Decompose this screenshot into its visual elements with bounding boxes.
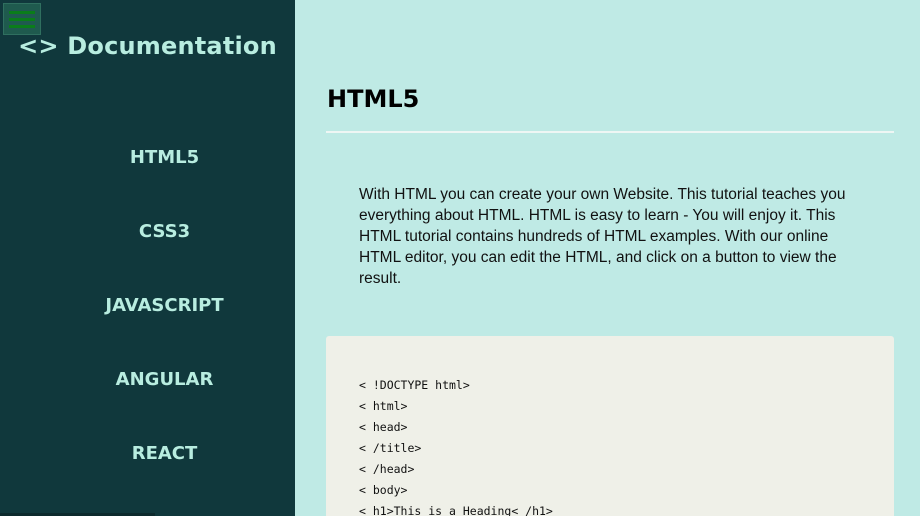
- hamburger-icon[interactable]: [3, 3, 41, 35]
- main-content: HTML5 With HTML you can create your own …: [295, 0, 920, 516]
- sidebar-link-angular[interactable]: ANGULAR: [116, 369, 214, 390]
- sidebar-link-css3[interactable]: CSS3: [139, 221, 190, 242]
- sidebar-link-javascript[interactable]: JAVASCRIPT: [105, 295, 223, 316]
- code-line: < /head>: [359, 462, 415, 476]
- code-line: < head>: [359, 420, 408, 434]
- hamburger-bar: [9, 10, 35, 14]
- code-line: < html>: [359, 399, 408, 413]
- intro-paragraph: With HTML you can create your own Websit…: [359, 186, 846, 287]
- code-line: < h1>This is a Heading< /h1>: [359, 504, 553, 516]
- sidebar-item-html5: HTML5: [0, 147, 295, 168]
- sidebar: <> Documentation HTML5 CSS3 JAVASCRIPT A…: [0, 0, 295, 516]
- sidebar-item-angular: ANGULAR: [0, 369, 295, 390]
- code-block: < !DOCTYPE html> < html> < head> < /titl…: [326, 336, 894, 516]
- divider: [326, 131, 894, 133]
- page-title: HTML5: [327, 85, 420, 113]
- sidebar-link-react[interactable]: REACT: [132, 443, 198, 464]
- sidebar-item-css3: CSS3: [0, 221, 295, 242]
- code-line: < body>: [359, 483, 408, 497]
- sidebar-link-html5[interactable]: HTML5: [130, 147, 199, 168]
- brand-title: <> Documentation: [18, 32, 277, 60]
- hamburger-bar: [9, 17, 35, 21]
- sidebar-item-javascript: JAVASCRIPT: [0, 295, 295, 316]
- code-line: < !DOCTYPE html>: [359, 378, 470, 392]
- code-line: < /title>: [359, 441, 422, 455]
- hamburger-bar: [9, 24, 35, 28]
- sidebar-item-react: REACT: [0, 443, 295, 464]
